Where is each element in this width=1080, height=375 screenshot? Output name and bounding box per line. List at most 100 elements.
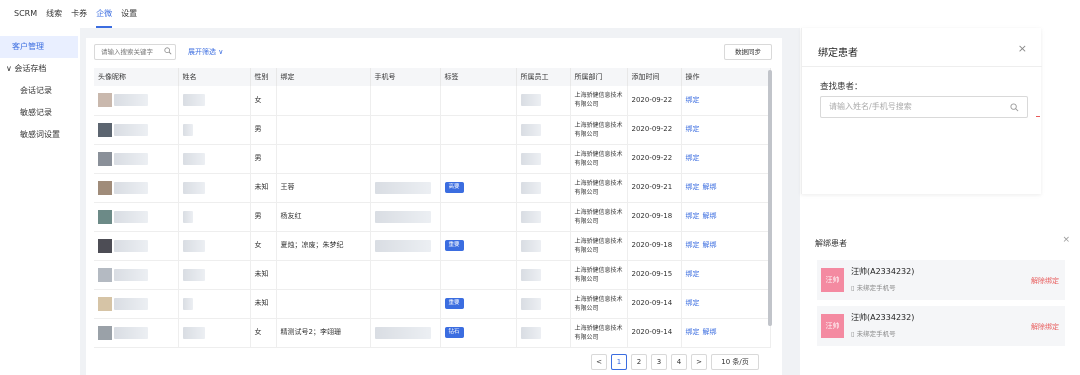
page-4-button[interactable]: 4: [671, 354, 687, 370]
cell-avatar-nickname: [94, 173, 179, 203]
tag-badge: 高要: [444, 182, 464, 193]
unbind-button[interactable]: 解除绑定: [1031, 322, 1059, 332]
cell-tag: [440, 144, 517, 174]
patient-phone: ▯ 未绑定手机号: [851, 328, 896, 338]
sidebar-item-sensitive-records[interactable]: 敏感记录: [0, 102, 78, 124]
sync-data-button[interactable]: 数据同步: [724, 44, 772, 60]
cell-name: [178, 318, 251, 348]
phone-redacted: [374, 239, 431, 252]
nickname-redacted: [114, 152, 149, 165]
nav-leads[interactable]: 线索: [46, 0, 62, 28]
cell-name: [178, 115, 251, 145]
next-page-button[interactable]: >: [691, 354, 707, 370]
cell-avatar-nickname: [94, 202, 179, 232]
avatar: [98, 296, 112, 311]
find-patient-label: 查找患者：: [820, 82, 863, 92]
cell-bind: 精测试号2；李翊珊: [276, 318, 371, 348]
cell-tag: 重要: [440, 231, 517, 261]
cell-tag: [440, 115, 517, 145]
nav-wecom[interactable]: 企微: [96, 0, 113, 28]
cell-add-time: 2020-09-22: [627, 86, 682, 116]
patient-card: 汪帅 汪帅(A2334232) ▯ 未绑定手机号 解除绑定: [817, 260, 1065, 300]
top-nav: SCRM 线索 卡券 企微 设置: [0, 0, 800, 28]
prev-page-button[interactable]: <: [591, 354, 607, 370]
tag-badge: 重要: [444, 298, 464, 309]
unbind-link[interactable]: 解绑: [703, 328, 717, 336]
page-1-button[interactable]: 1: [611, 354, 627, 370]
cell-actions: 绑定: [681, 260, 771, 290]
close-icon[interactable]: ×: [1018, 42, 1027, 55]
nav-scrm[interactable]: SCRM: [14, 0, 37, 28]
divider: [802, 66, 1042, 67]
unbind-link[interactable]: 解绑: [703, 241, 717, 249]
phone-text: 未绑定手机号: [856, 330, 896, 338]
col-dept: 所属部门: [570, 68, 628, 86]
cell-gender: 女: [250, 318, 277, 348]
bind-patient-dialog: 绑定患者 × 查找患者： 请输入姓名/手机号搜索: [801, 28, 1042, 194]
col-tag: 标签: [440, 68, 517, 86]
decorative-mark: [1036, 116, 1040, 117]
nav-settings[interactable]: 设置: [121, 0, 137, 28]
cell-tag: [440, 260, 517, 290]
col-gender: 性别: [250, 68, 277, 86]
bind-link[interactable]: 绑定: [686, 154, 700, 162]
cell-bind: [276, 144, 371, 174]
sidebar-group-chat-archive[interactable]: ∨ 会话存档: [0, 58, 78, 80]
staff-redacted: [520, 268, 541, 281]
cell-phone: [370, 86, 441, 116]
cell-phone: [370, 318, 441, 348]
page-3-button[interactable]: 3: [651, 354, 667, 370]
name-redacted: [182, 239, 205, 252]
filter-label: 展开筛选: [188, 48, 216, 56]
unbind-button[interactable]: 解除绑定: [1031, 276, 1059, 286]
search-icon[interactable]: [164, 47, 172, 55]
name-redacted: [182, 210, 193, 223]
name-redacted: [182, 268, 205, 281]
col-avatar-nickname: 头像昵称: [94, 68, 179, 86]
name-redacted: [182, 297, 193, 310]
avatar: [98, 151, 112, 166]
table-row: 女夏烛；凉废；朱梦纪 重要 上海骄健信息技术有限公司 2020-09-18 绑定 解绑: [94, 231, 771, 261]
bind-link[interactable]: 绑定: [686, 183, 700, 191]
page-2-button[interactable]: 2: [631, 354, 647, 370]
bind-link[interactable]: 绑定: [686, 212, 700, 220]
cell-actions: 绑定: [681, 289, 771, 319]
bind-link[interactable]: 绑定: [686, 125, 700, 133]
sidebar-item-customer-management[interactable]: 客户管理: [0, 36, 78, 58]
unbind-link[interactable]: 解绑: [703, 183, 717, 191]
search-icon[interactable]: [1010, 103, 1019, 112]
avatar: [98, 122, 112, 137]
table-scrollbar[interactable]: [768, 70, 772, 326]
bind-link[interactable]: 绑定: [686, 328, 700, 336]
cell-avatar-nickname: [94, 231, 179, 261]
cell-bind: [276, 86, 371, 116]
bind-link[interactable]: 绑定: [686, 270, 700, 278]
avatar: [98, 180, 112, 195]
col-staff: 所属员工: [516, 68, 571, 86]
bind-link[interactable]: 绑定: [686, 299, 700, 307]
cell-actions: 绑定 解绑: [681, 318, 771, 348]
sidebar-item-sensitive-words[interactable]: 敏感词设置: [0, 124, 78, 146]
cell-phone: [370, 115, 441, 145]
page-size-select[interactable]: 10 条/页: [711, 354, 759, 370]
staff-redacted: [520, 181, 541, 194]
unbind-panel-title: 解绑患者: [815, 239, 847, 248]
table-row: 男 上海骄健信息技术有限公司 2020-09-22 绑定: [94, 144, 771, 174]
cell-staff: [516, 115, 571, 145]
cell-actions: 绑定: [681, 144, 771, 174]
cell-bind: [276, 260, 371, 290]
customer-table: 头像昵称 姓名 性别 绑定 手机号 标签 所属员工 所属部门 添加时间 操作 女…: [94, 68, 771, 348]
close-icon[interactable]: ×: [1062, 235, 1070, 245]
nav-coupons[interactable]: 卡券: [71, 0, 87, 28]
expand-filter-link[interactable]: 展开筛选 ∨: [188, 47, 223, 57]
unbind-link[interactable]: 解绑: [703, 212, 717, 220]
bind-link[interactable]: 绑定: [686, 96, 700, 104]
avatar: [98, 267, 112, 282]
bind-link[interactable]: 绑定: [686, 241, 700, 249]
cell-gender: 女: [250, 86, 277, 116]
table-row: 男杨友红 上海骄健信息技术有限公司 2020-09-18 绑定 解绑: [94, 202, 771, 232]
sidebar-item-chat-records[interactable]: 会话记录: [0, 80, 78, 102]
patient-search-input[interactable]: 请输入姓名/手机号搜索: [820, 96, 1028, 118]
cell-dept: 上海骄健信息技术有限公司: [570, 202, 628, 232]
cell-gender: 未知: [250, 289, 277, 319]
